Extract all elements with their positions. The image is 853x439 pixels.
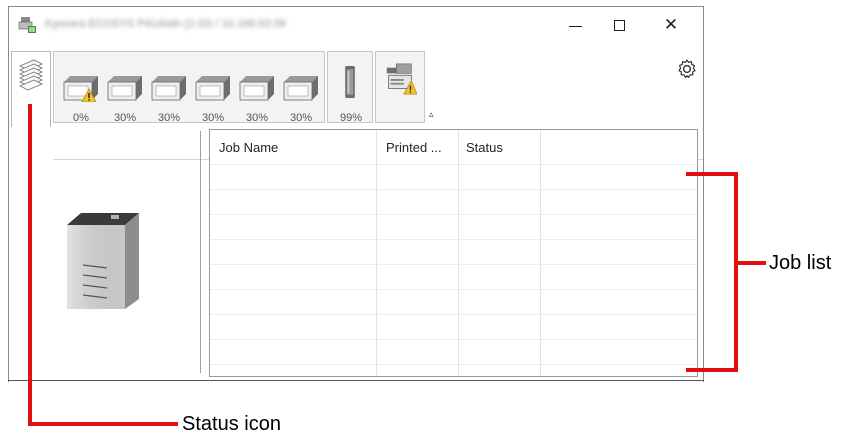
tray-level: 30% <box>289 112 313 124</box>
printer-warning-icon <box>386 63 417 95</box>
job-list-pointer <box>734 261 766 265</box>
device-tab[interactable] <box>375 51 425 123</box>
printer-image <box>67 213 139 309</box>
paper-tray-icon <box>151 76 186 101</box>
toner-icon <box>345 66 355 98</box>
collapse-toolbar-button[interactable]: ▵ <box>429 109 434 120</box>
tray-level: 0% <box>73 112 89 124</box>
paper-tray-icon <box>107 76 142 101</box>
title-bar: Kyocera ECOSYS P4140dn (2-SS / 10.168.63… <box>9 7 703 43</box>
list-row-divider <box>210 264 697 265</box>
status-monitor-window: Kyocera ECOSYS P4140dn (2-SS / 10.168.63… <box>8 6 704 382</box>
printer-app-icon <box>18 17 36 33</box>
close-icon: ✕ <box>663 15 679 34</box>
list-row-divider <box>210 214 697 215</box>
toner-tab[interactable]: 99% <box>327 51 373 124</box>
header-separator <box>210 164 697 165</box>
status-icon-pointer-horizontal <box>28 422 178 426</box>
paper-tray-icon <box>283 76 318 101</box>
status-icon <box>18 59 44 91</box>
status-icon-callout: Status icon <box>182 413 281 435</box>
maximize-button[interactable] <box>597 11 641 39</box>
toner-level: 99% <box>339 112 363 124</box>
list-row-divider <box>210 314 697 315</box>
status-icon-pointer-vertical <box>28 104 32 426</box>
list-row-divider <box>210 289 697 290</box>
tray-level: 30% <box>245 112 269 124</box>
paper-trays-tab[interactable]: 0% 30% 30% 30% 30% 30% <box>53 51 325 124</box>
list-row-divider <box>210 364 697 365</box>
gear-icon[interactable] <box>675 57 699 81</box>
list-row-divider <box>210 239 697 240</box>
paper-tray-icon <box>63 76 98 102</box>
paper-tray-icon <box>195 76 230 101</box>
tray-level: 30% <box>201 112 225 124</box>
device-toolbar: 0% 30% 30% 30% 30% 30% 99% ▵ <box>9 43 703 160</box>
minimize-icon <box>568 25 582 27</box>
job-list-callout: Job list <box>769 252 832 274</box>
job-list[interactable]: Job Name Printed ... Status <box>209 129 698 377</box>
tray-level: 30% <box>113 112 137 124</box>
column-header-status[interactable]: Status <box>466 140 503 155</box>
job-list-bracket-side <box>734 172 738 372</box>
list-row-divider <box>210 189 697 190</box>
minimize-button[interactable] <box>553 11 597 39</box>
tray-level: 30% <box>157 112 181 124</box>
panel-divider[interactable] <box>200 131 201 373</box>
job-list-bracket-bottom <box>686 368 738 372</box>
job-list-bracket-top <box>686 172 738 176</box>
paper-tray-icon <box>239 76 274 101</box>
column-header-printed[interactable]: Printed ... <box>386 140 442 155</box>
list-row-divider <box>210 339 697 340</box>
close-button[interactable]: ✕ <box>649 11 693 39</box>
window-title: Kyocera ECOSYS P4140dn (2-SS / 10.168.63… <box>45 18 286 30</box>
column-header-job-name[interactable]: Job Name <box>219 140 278 155</box>
maximize-icon <box>613 19 625 31</box>
window-bottom-edge <box>8 380 704 381</box>
